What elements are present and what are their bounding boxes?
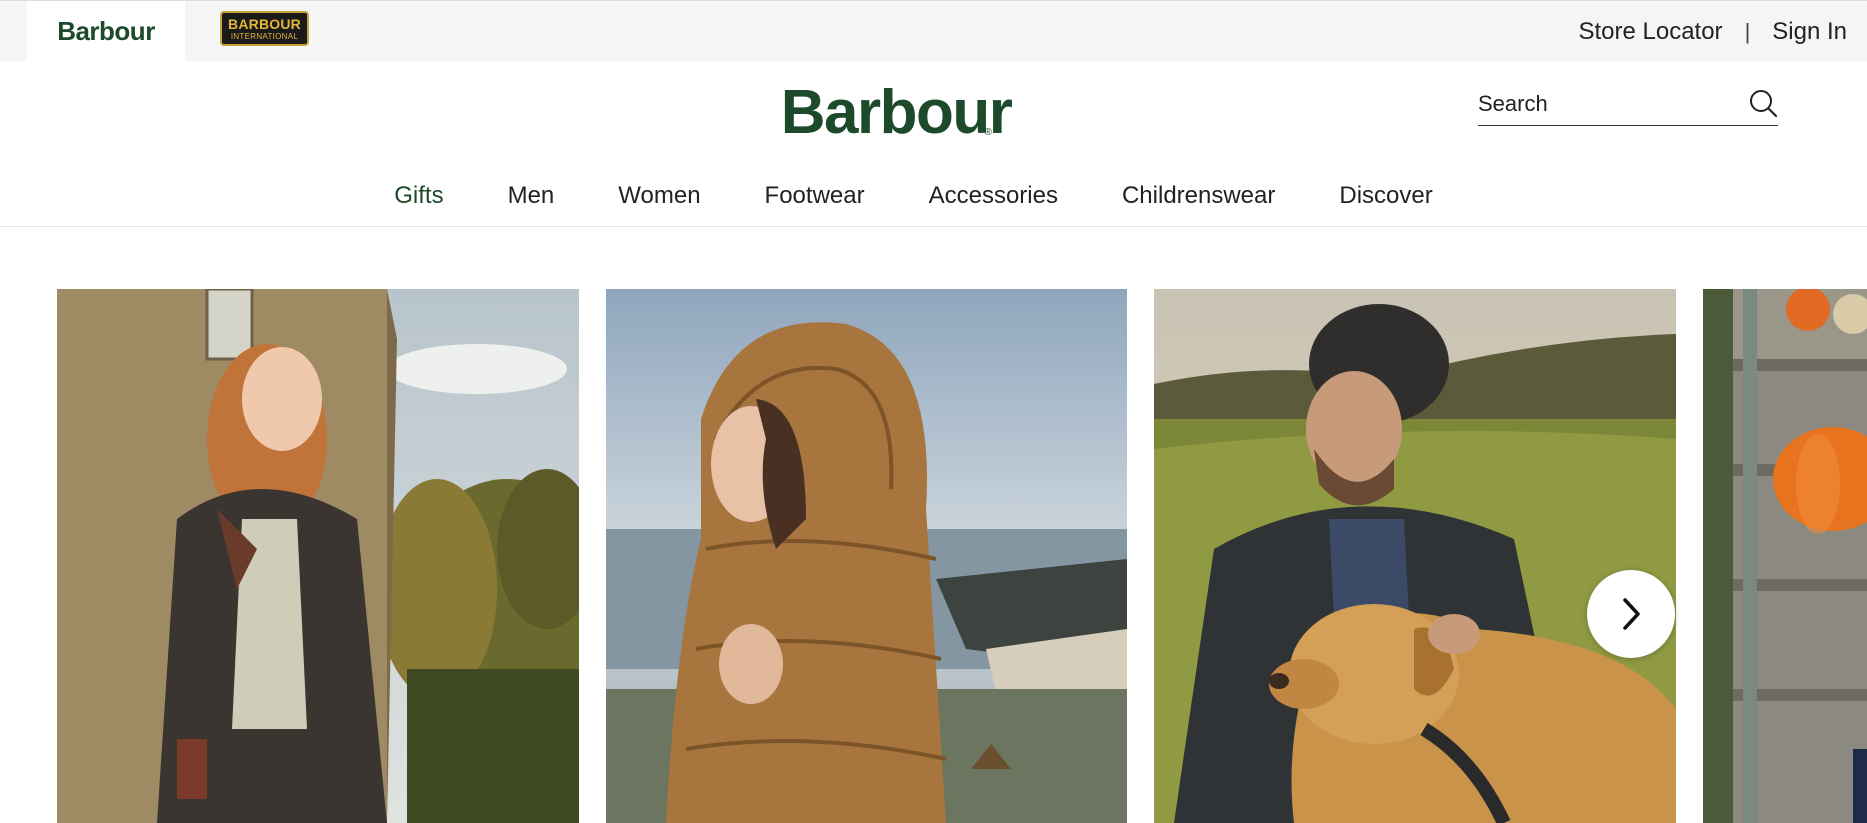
utility-bar: Barbour BARBOUR INTERNATIONAL Store Loca…: [0, 0, 1867, 62]
nav-item-childrenswear[interactable]: Childrenswear: [1090, 182, 1307, 210]
nav-item-discover[interactable]: Discover: [1307, 182, 1464, 210]
chevron-right-icon: [1623, 598, 1640, 630]
product-carousel: [0, 289, 1867, 823]
barbour-brand-tab[interactable]: Barbour: [27, 1, 185, 62]
utility-links: Store Locator | Sign In: [1578, 1, 1847, 62]
site-logo[interactable]: Barbour ®: [781, 78, 1013, 148]
nav-item-gifts[interactable]: Gifts: [362, 182, 475, 210]
carousel-card-woman-puffer[interactable]: [606, 289, 1127, 823]
site-logo-text: Barbour: [780, 78, 1013, 147]
search-input[interactable]: [1478, 86, 1728, 122]
woman-wax-jacket-image: [57, 289, 579, 823]
search-box: [1478, 84, 1778, 126]
registered-mark: ®: [984, 127, 992, 138]
man-with-dog-image: [1154, 289, 1676, 823]
carousel-card-pumpkins-partial[interactable]: [1703, 289, 1867, 823]
search-icon[interactable]: [1748, 88, 1778, 118]
carousel-next-button[interactable]: [1587, 570, 1675, 658]
sign-in-link[interactable]: Sign In: [1772, 18, 1847, 46]
nav-item-women[interactable]: Women: [586, 182, 732, 210]
nav-item-accessories[interactable]: Accessories: [897, 182, 1090, 210]
nav-item-footwear[interactable]: Footwear: [733, 182, 897, 210]
intl-logo-line1: BARBOUR: [228, 15, 301, 32]
barbour-tab-logo-text: Barbour: [57, 16, 155, 46]
main-navigation: Gifts Men Women Footwear Accessories Chi…: [0, 165, 1867, 227]
woman-puffer-image: [606, 289, 1127, 823]
utility-separator: |: [1744, 18, 1751, 44]
barbour-international-logo[interactable]: BARBOUR INTERNATIONAL: [220, 11, 309, 46]
carousel-card-man-with-dog[interactable]: [1154, 289, 1676, 823]
store-locator-link[interactable]: Store Locator: [1578, 18, 1722, 46]
carousel-card-woman-wax-jacket[interactable]: [57, 289, 579, 823]
pumpkins-steps-image: [1703, 289, 1867, 823]
intl-logo-line2: INTERNATIONAL: [230, 31, 299, 41]
nav-item-men[interactable]: Men: [476, 182, 587, 210]
